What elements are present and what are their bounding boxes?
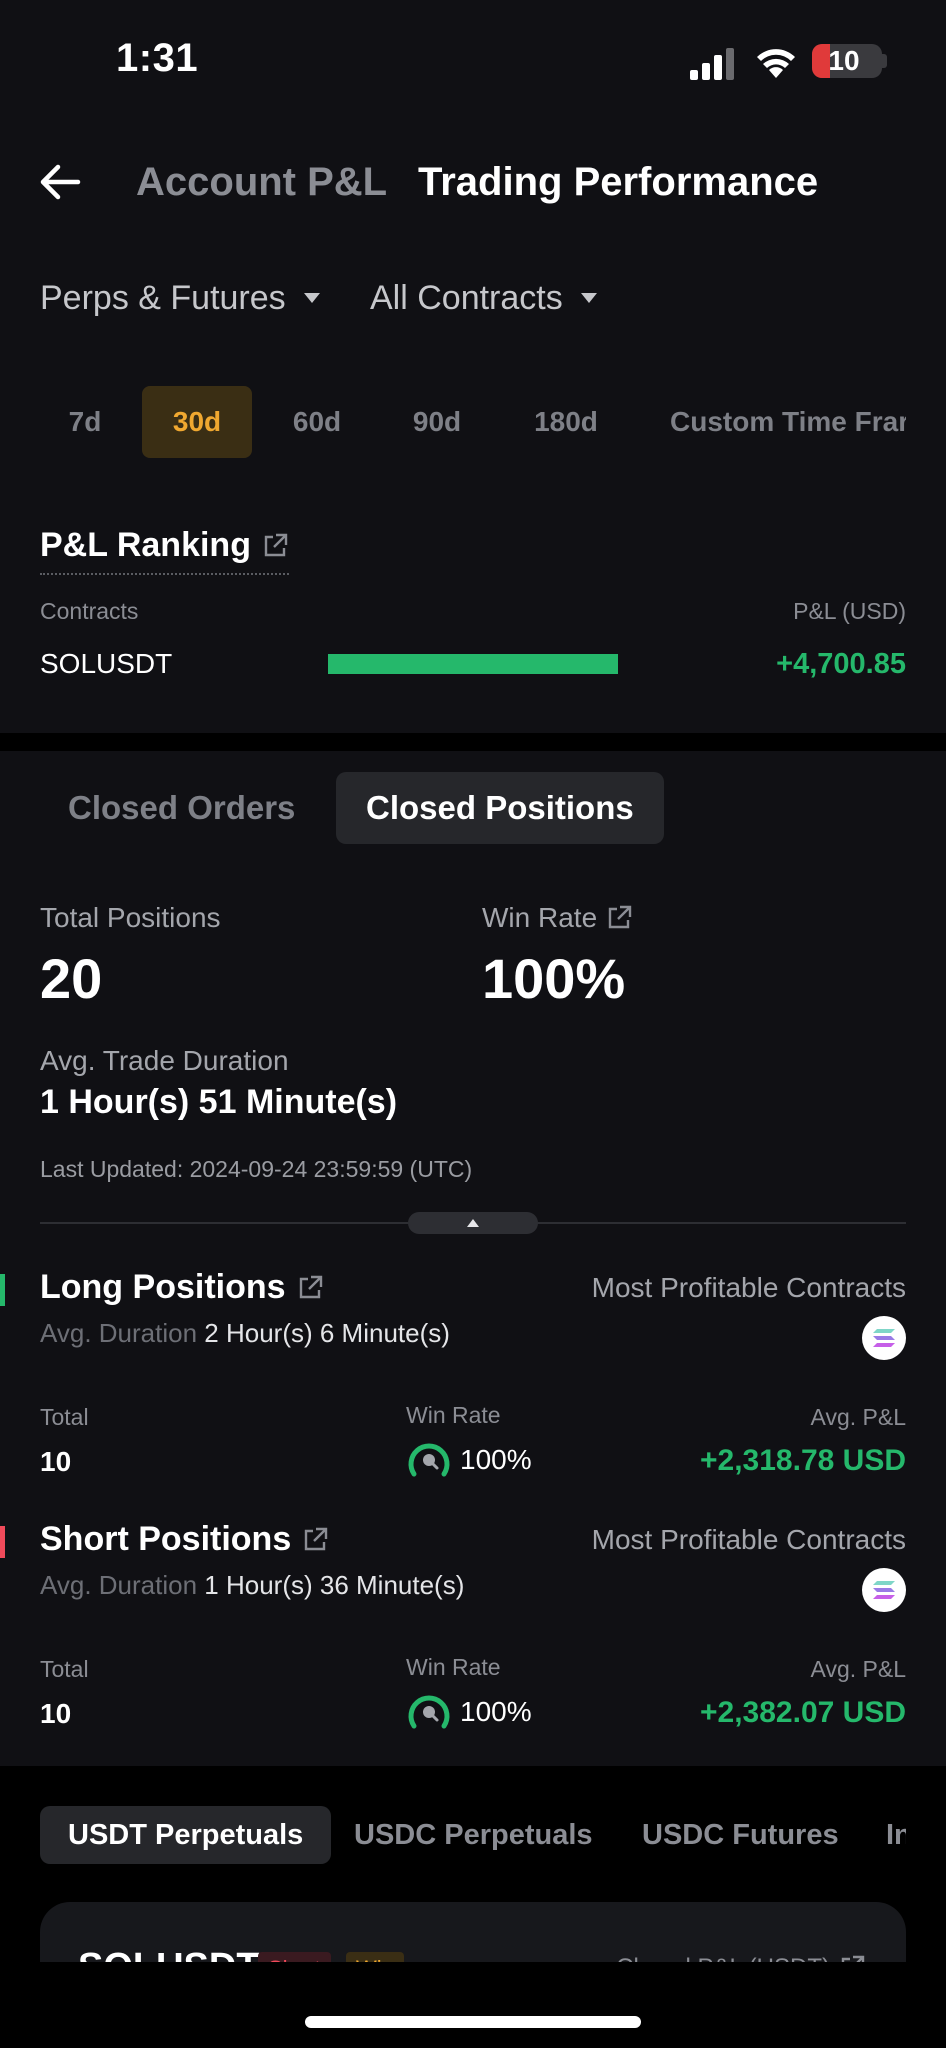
solana-logo-icon	[873, 1329, 895, 1347]
period-180d[interactable]: 180d	[506, 386, 626, 458]
section-divider	[0, 733, 946, 751]
ranking-col-contracts: Contracts	[40, 598, 139, 624]
period-custom-clip: Custom Time Frar	[640, 386, 906, 458]
long-avg-pnl-value: +2,318.78 USD	[700, 1444, 906, 1477]
ranking-row-bar	[328, 654, 618, 674]
long-avg-duration-value: 2 Hour(s) 6 Minute(s)	[204, 1318, 450, 1348]
period-90d[interactable]: 90d	[384, 386, 490, 458]
chevron-down-icon	[303, 293, 320, 303]
win-rate-value: 100%	[482, 947, 626, 1010]
short-positions-label: Short Positions	[40, 1520, 292, 1558]
short-avg-duration-label: Avg. Duration	[40, 1570, 198, 1600]
battery-icon: 10	[812, 44, 882, 78]
short-avg-pnl-label: Avg. P&L	[810, 1656, 906, 1682]
cellular-signal-icon	[690, 48, 734, 80]
long-indicator-bar	[0, 1274, 5, 1306]
solana-coin-icon[interactable]	[862, 1568, 906, 1612]
long-avg-pnl-label: Avg. P&L	[810, 1404, 906, 1430]
bottom-safe-area	[0, 1962, 946, 2048]
product-filter-label: Perps & Futures	[40, 279, 286, 317]
avg-trade-duration-value: 1 Hour(s) 51 Minute(s)	[40, 1083, 398, 1121]
pnl-ranking-label: P&L Ranking	[40, 526, 251, 564]
long-win-rate-label: Win Rate	[406, 1402, 501, 1428]
tab-inverse[interactable]: In	[886, 1806, 906, 1864]
last-updated: Last Updated: 2024-09-24 23:59:59 (UTC)	[40, 1156, 473, 1182]
total-positions-value: 20	[40, 947, 103, 1010]
long-total-value: 10	[40, 1446, 72, 1477]
period-30d[interactable]: 30d	[142, 386, 252, 458]
short-avg-duration: Avg. Duration 1 Hour(s) 36 Minute(s)	[40, 1570, 464, 1601]
tab-trading-performance[interactable]: Trading Performance	[418, 156, 818, 208]
long-win-rate-gauge-icon	[408, 1443, 450, 1477]
short-win-rate-value: 100%	[460, 1696, 532, 1727]
battery-level: 10	[828, 45, 860, 76]
short-win-rate-label: Win Rate	[406, 1654, 501, 1680]
win-rate-header[interactable]: Win Rate	[482, 902, 633, 934]
period-7d[interactable]: 7d	[40, 386, 130, 458]
long-most-profitable-label: Most Profitable Contracts	[591, 1272, 906, 1303]
status-time: 1:31	[116, 36, 199, 80]
external-link-icon	[608, 905, 632, 929]
tab-account-pnl[interactable]: Account P&L	[136, 156, 387, 208]
tab-closed-positions[interactable]: Closed Positions	[336, 772, 664, 844]
external-link-icon	[305, 1527, 328, 1550]
external-link-icon	[299, 1275, 322, 1298]
long-avg-duration: Avg. Duration 2 Hour(s) 6 Minute(s)	[40, 1318, 450, 1349]
short-total-value: 10	[40, 1698, 72, 1729]
tab-usdt-perpetuals[interactable]: USDT Perpetuals	[40, 1806, 332, 1864]
product-filter-dropdown[interactable]: Perps & Futures	[40, 276, 320, 320]
period-60d[interactable]: 60d	[264, 386, 370, 458]
long-positions-title[interactable]: Long Positions	[40, 1268, 324, 1307]
tab-usdc-perpetuals[interactable]: USDC Perpetuals	[354, 1806, 593, 1864]
ranking-col-pnl: P&L (USD)	[793, 598, 906, 624]
wifi-icon	[757, 49, 795, 78]
external-link-icon	[264, 533, 288, 556]
ranking-row-contract[interactable]: SOLUSDT	[40, 648, 172, 680]
long-win-rate-value: 100%	[460, 1444, 532, 1475]
solana-coin-icon[interactable]	[862, 1316, 906, 1360]
period-custom[interactable]: Custom Time Frar	[670, 386, 906, 458]
win-rate-label: Win Rate	[482, 902, 598, 933]
short-indicator-bar	[0, 1526, 5, 1558]
avg-trade-duration-label: Avg. Trade Duration	[40, 1045, 289, 1076]
short-win-rate-gauge-icon	[408, 1695, 450, 1729]
contracts-filter-dropdown[interactable]: All Contracts	[370, 276, 597, 320]
tab-inverse-clip: In	[886, 1806, 906, 1864]
contracts-filter-label: All Contracts	[370, 279, 563, 317]
long-avg-duration-label: Avg. Duration	[40, 1318, 198, 1348]
total-positions-label: Total Positions	[40, 902, 221, 933]
short-avg-pnl-value: +2,382.07 USD	[700, 1696, 906, 1729]
long-total-label: Total	[40, 1404, 89, 1430]
home-indicator[interactable]	[305, 2016, 641, 2028]
short-positions-title[interactable]: Short Positions	[40, 1520, 329, 1559]
solana-logo-icon	[873, 1581, 895, 1599]
chevron-down-icon	[580, 293, 597, 303]
ranking-row-pnl: +4,700.85	[776, 648, 906, 680]
tab-closed-orders[interactable]: Closed Orders	[38, 772, 325, 844]
short-avg-duration-value: 1 Hour(s) 36 Minute(s)	[204, 1570, 465, 1600]
long-positions-label: Long Positions	[40, 1268, 286, 1306]
short-most-profitable-label: Most Profitable Contracts	[591, 1524, 906, 1555]
pnl-ranking-title[interactable]: P&L Ranking	[40, 526, 289, 575]
battery-nub	[882, 54, 887, 68]
back-arrow-icon[interactable]	[36, 158, 84, 206]
tab-usdc-futures[interactable]: USDC Futures	[642, 1806, 839, 1864]
short-total-label: Total	[40, 1656, 89, 1682]
chevron-up-icon	[467, 1219, 479, 1227]
